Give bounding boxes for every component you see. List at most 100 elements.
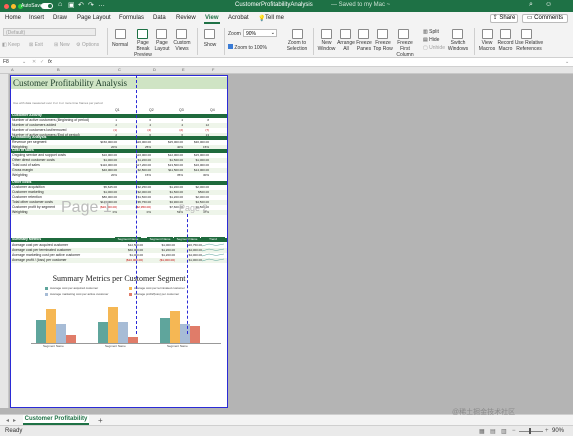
show-icon[interactable] — [204, 29, 215, 39]
excel-window: { "titlebar": { "autosave": "AutoSave", … — [0, 0, 573, 436]
options-button[interactable]: ⚙ Options — [76, 42, 99, 48]
tab-tell-me[interactable]: Tell me — [265, 15, 284, 21]
save-status: — Saved to my Mac ~ — [331, 2, 391, 8]
tab-insert[interactable]: Insert — [29, 15, 44, 21]
use-relative-references-button[interactable]: Use Relative References — [514, 40, 544, 52]
normal-view-status-icon[interactable]: ▦ — [479, 428, 485, 435]
home-icon[interactable]: ⌂ — [58, 1, 62, 8]
freeze-panes-icon[interactable] — [358, 29, 369, 39]
comments-button[interactable]: ▭ Comments — [522, 14, 568, 23]
page-layout-view-button[interactable]: Page Layout — [152, 40, 172, 52]
enter-formula-icon[interactable]: ✓ — [40, 59, 44, 65]
record-macro-button[interactable]: Record Macro — [495, 40, 516, 52]
sheet-view-select[interactable]: (Default) — [3, 28, 96, 36]
relative-references-icon[interactable] — [521, 29, 532, 39]
page-break-preview-button[interactable]: Page Break Preview — [132, 40, 154, 58]
scroll-tabs-left-icon[interactable]: ◂ — [6, 417, 9, 424]
ribbon-separator — [224, 28, 225, 55]
tab-view[interactable]: View — [205, 15, 219, 21]
column-header[interactable]: B — [57, 67, 60, 72]
unhide-button[interactable]: ▢ Unhide — [423, 45, 445, 51]
tab-data[interactable]: Data — [153, 15, 166, 21]
normal-view-button[interactable]: Normal — [110, 42, 130, 48]
column-header[interactable]: F — [212, 67, 214, 72]
view-macros-icon[interactable] — [482, 29, 493, 39]
column-header[interactable]: E — [182, 67, 185, 72]
split-button[interactable]: ▥ Split — [423, 29, 439, 35]
keep-button[interactable]: ◧ Keep — [2, 42, 20, 48]
status-ready: Ready — [5, 428, 23, 434]
tab-formulas[interactable]: Formulas — [119, 15, 144, 21]
zoom-slider[interactable] — [519, 431, 543, 432]
custom-views-button[interactable]: Custom Views — [172, 40, 192, 52]
autosave-label: AutoSave — [21, 3, 43, 9]
new-button[interactable]: ⊞ New — [54, 42, 70, 48]
new-window-button[interactable]: New Window — [316, 40, 337, 52]
zoom-select[interactable]: 90% ⌄ — [243, 29, 277, 37]
share-button[interactable]: ⇪ Share — [490, 14, 518, 23]
sheet-tab-customer-profitability[interactable]: Customer Profitability — [23, 415, 89, 425]
search-icon[interactable]: ⌕ — [529, 1, 533, 9]
zoom-selection-icon[interactable] — [292, 29, 303, 39]
name-box-dropdown-icon[interactable]: ⌄ — [22, 59, 26, 65]
column-header[interactable]: D — [153, 67, 156, 72]
autosave-toggle[interactable] — [41, 3, 53, 9]
ribbon-separator — [313, 28, 314, 55]
cancel-formula-icon[interactable]: ✕ — [32, 59, 36, 65]
freeze-top-row-icon[interactable] — [377, 29, 388, 39]
arrange-all-icon[interactable] — [340, 29, 351, 39]
tab-review[interactable]: Review — [176, 15, 196, 21]
scroll-tabs-right-icon[interactable]: ▸ — [13, 417, 16, 424]
title-bar: AutoSave ⌂ ▣ ↶ ↷ … CustomerProfitability… — [0, 0, 573, 12]
custom-views-icon[interactable] — [176, 29, 187, 39]
ribbon-separator — [474, 28, 475, 55]
emoji-icon[interactable]: ☺ — [545, 1, 552, 8]
zoom-out-icon[interactable]: − — [512, 428, 516, 434]
freeze-panes-button[interactable]: Freeze Panes — [354, 40, 374, 52]
zoom-100-button[interactable]: Zoom to 100% — [228, 44, 267, 51]
fx-icon[interactable]: fx — [48, 59, 52, 65]
page-break-preview-icon[interactable] — [137, 29, 148, 39]
document-title: CustomerProfitabilityAnalysis — [235, 2, 313, 8]
switch-windows-button[interactable]: Switch Windows — [447, 40, 469, 52]
column-header[interactable]: C — [118, 67, 121, 72]
tab-home[interactable]: Home — [5, 15, 21, 21]
new-window-icon[interactable] — [321, 29, 332, 39]
freeze-top-row-button[interactable]: Freeze Top Row — [372, 40, 394, 52]
save-icon[interactable]: ▣ — [68, 1, 75, 9]
page-layout-status-icon[interactable]: ▤ — [490, 428, 496, 435]
view-macros-button[interactable]: View Macros — [477, 40, 497, 52]
tab-page-layout[interactable]: Page Layout — [77, 15, 111, 21]
ribbon-tabs: Home Insert Draw Page Layout Formulas Da… — [0, 12, 573, 25]
page-layout-icon[interactable] — [156, 29, 167, 39]
close-window-button[interactable] — [4, 4, 9, 9]
zoom-in-icon[interactable]: + — [545, 428, 549, 434]
tab-draw[interactable]: Draw — [53, 15, 67, 21]
undo-icon[interactable]: ↶ — [78, 1, 84, 9]
column-header[interactable]: A — [11, 67, 14, 72]
freeze-first-column-button[interactable]: Freeze First Column — [393, 40, 417, 58]
hide-button[interactable]: ▤ Hide — [423, 37, 439, 43]
print-area-border — [10, 75, 228, 408]
expand-formula-bar-icon[interactable]: ⌄ — [565, 59, 569, 65]
page-break-line[interactable] — [136, 75, 137, 334]
page-break-line[interactable] — [187, 214, 188, 334]
zoom-slider-handle[interactable] — [529, 428, 531, 434]
zoom-selection-button[interactable]: Zoom to Selection — [285, 40, 309, 52]
active-tab-indicator — [204, 22, 220, 24]
switch-windows-icon[interactable] — [452, 29, 463, 39]
name-box[interactable]: F8 — [3, 59, 9, 65]
column-headers: A B C D E F — [0, 67, 573, 74]
more-icon[interactable]: … — [98, 1, 105, 8]
show-button[interactable]: Show — [202, 42, 218, 48]
page-break-status-icon[interactable]: ▥ — [501, 428, 507, 435]
freeze-first-column-icon[interactable] — [398, 29, 409, 39]
redo-icon[interactable]: ↷ — [88, 1, 94, 9]
record-macro-icon[interactable] — [500, 29, 511, 39]
add-sheet-button[interactable]: + — [98, 416, 103, 425]
tab-acrobat[interactable]: Acrobat — [228, 15, 249, 21]
normal-view-icon[interactable] — [115, 29, 126, 39]
exit-button[interactable]: ⊠ Exit — [29, 42, 43, 48]
arrange-all-button[interactable]: Arrange All — [336, 40, 356, 52]
minimize-window-button[interactable] — [11, 4, 16, 9]
